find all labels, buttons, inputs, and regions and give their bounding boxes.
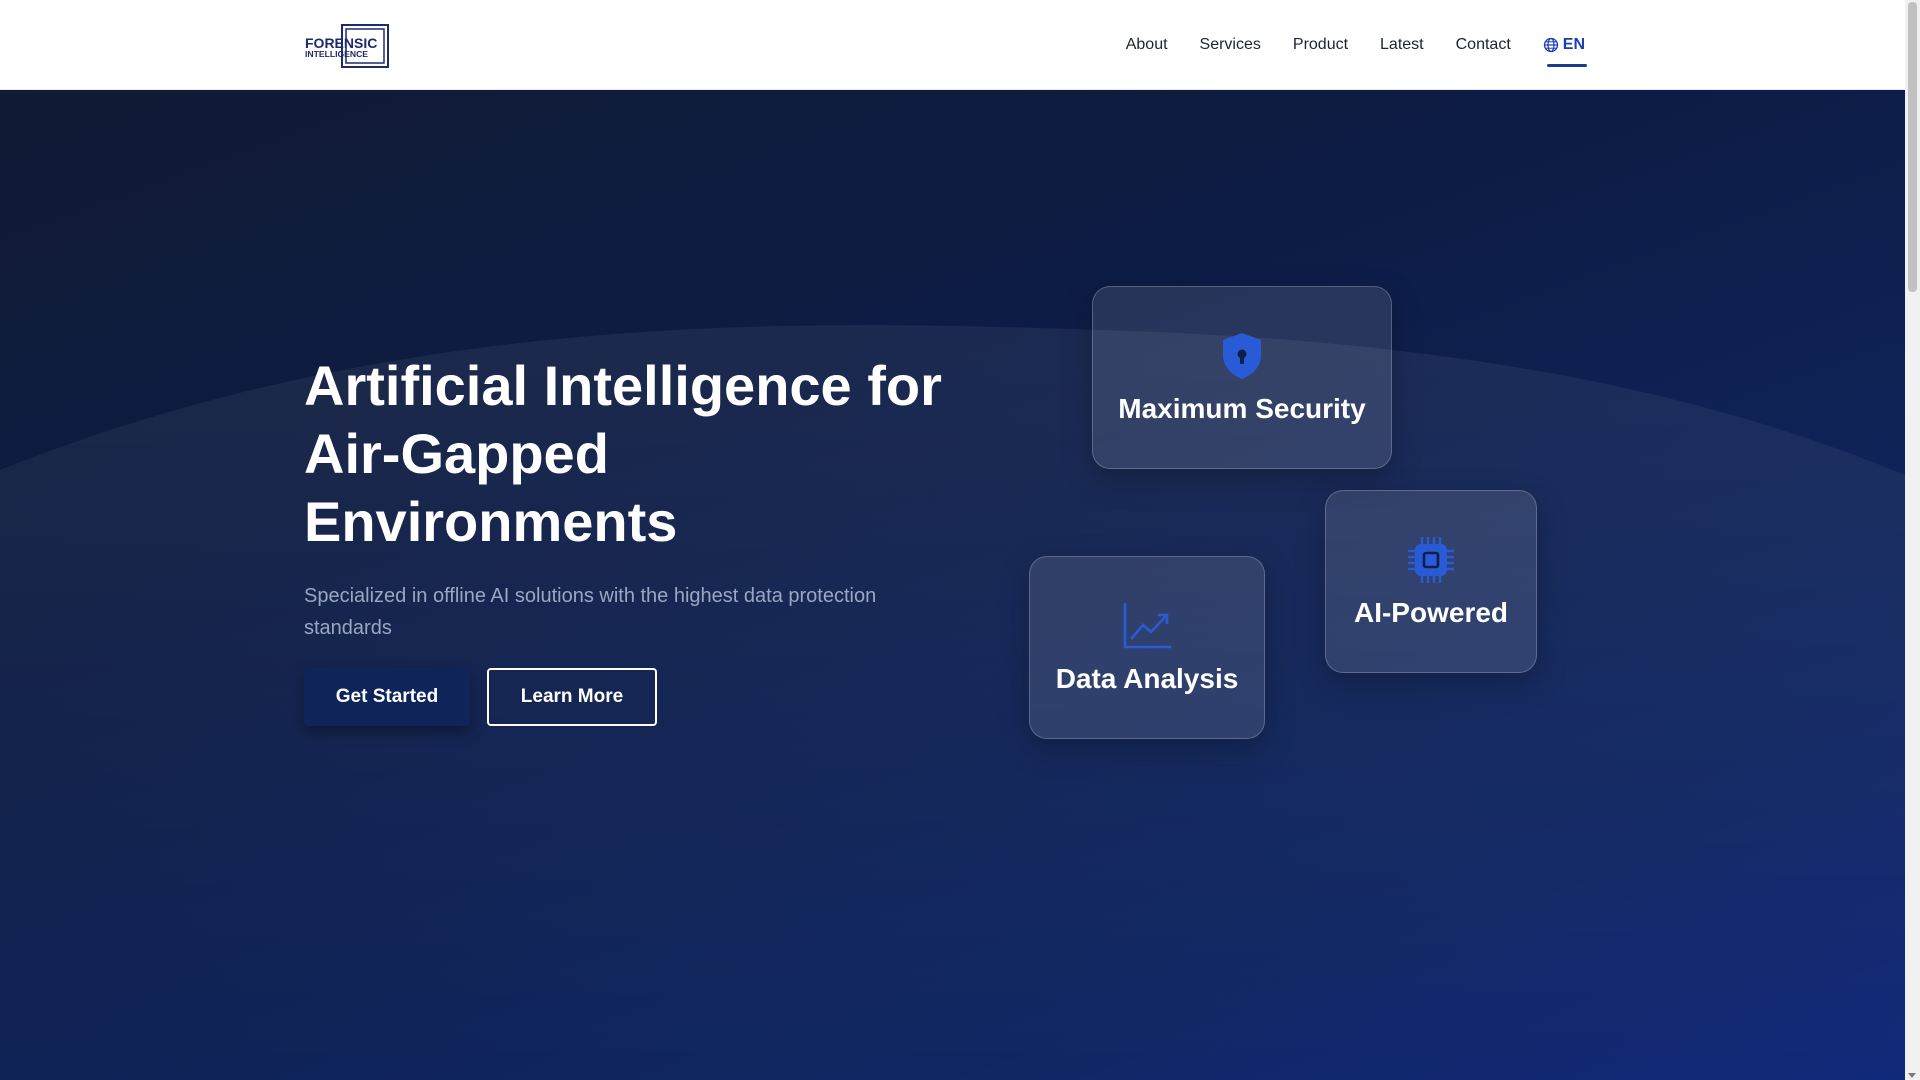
nav-product[interactable]: Product (1293, 36, 1348, 54)
logo-mark: FORENSIC INTELLIGENCE (305, 24, 389, 68)
feature-card-label: Maximum Security (1118, 392, 1366, 424)
feature-card-label: Data Analysis (1055, 662, 1239, 694)
feature-card-ai: AI-Powered (1325, 490, 1537, 673)
hero-section: Artificial Intelligence for Air-Gapped E… (0, 90, 1905, 1080)
feature-card-data: Data Analysis (1029, 556, 1265, 739)
chip-icon (1408, 536, 1454, 583)
nav-services[interactable]: Services (1200, 36, 1261, 54)
hero-wave-decoration (0, 325, 1905, 1080)
learn-more-button[interactable]: Learn More (487, 668, 657, 726)
site-logo[interactable]: FORENSIC INTELLIGENCE (304, 24, 390, 70)
language-switcher[interactable]: EN (1543, 36, 1588, 67)
scroll-down-arrow-icon[interactable] (1908, 1073, 1916, 1078)
hero-subtitle: Specialized in offline AI solutions with… (304, 585, 877, 639)
get-started-button[interactable]: Get Started (304, 668, 470, 726)
main-nav: About Services Product Latest Contact EN (1094, 0, 1588, 90)
site-header: FORENSIC INTELLIGENCE About Services Pro… (0, 0, 1905, 90)
language-label: EN (1562, 36, 1585, 53)
nav-latest[interactable]: Latest (1380, 36, 1424, 54)
hero-title: Artificial Intelligence for Air-Gapped E… (304, 354, 942, 553)
globe-icon (1543, 37, 1558, 53)
nav-about[interactable]: About (1126, 36, 1168, 54)
scrollbar-thumb[interactable] (1908, 2, 1917, 292)
page-scrollbar[interactable] (1905, 0, 1920, 1080)
nav-contact[interactable]: Contact (1456, 36, 1511, 54)
logo-line2: INTELLIGENCE (305, 49, 368, 59)
feature-card-security: Maximum Security (1092, 286, 1392, 469)
feature-card-label: AI-Powered (1353, 596, 1509, 628)
shield-lock-icon (1223, 332, 1261, 379)
trending-chart-icon (1123, 602, 1171, 648)
